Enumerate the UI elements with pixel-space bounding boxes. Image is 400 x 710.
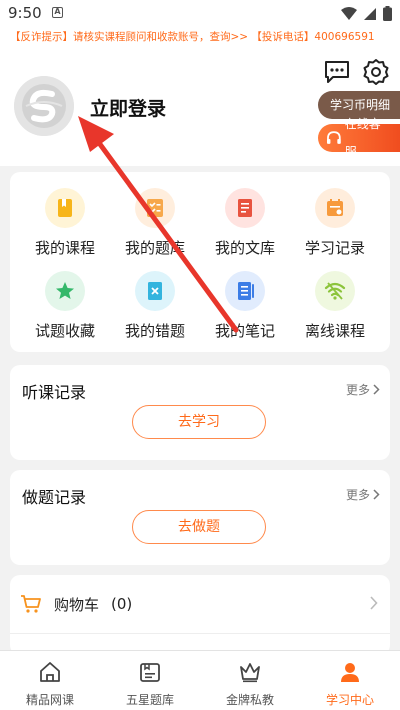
grid-item-my-mistakes[interactable]: 我的错题 [110,271,200,341]
listen-record-title: 听课记录 [22,383,87,402]
divider [10,633,390,634]
grid-item-study-record[interactable]: 学习记录 [290,188,380,258]
exercise-record-more-link[interactable]: 更多 [346,486,380,503]
calendar-icon [315,188,355,228]
system-icons [341,6,392,21]
feature-grid: 我的课程 我的题库 我的文库 学习记录 试题收藏 我的错题 我的笔记 离线课程 [10,172,390,352]
grid-label: 离线课程 [304,322,365,340]
profile-header: 立即登录 学习币明细 在线客服 [0,48,400,166]
headset-icon [326,131,341,144]
listen-record-more-link[interactable]: 更多 [346,381,380,398]
star-icon [45,271,85,311]
grid-label: 学习记录 [304,239,365,257]
more-label: 更多 [345,488,370,502]
message-icon [325,61,349,83]
go-practice-button[interactable]: 去做题 [132,510,266,544]
tab-label: 学习中心 [325,693,374,707]
login-link[interactable]: 立即登录 [90,94,166,121]
sim-icon: A [52,7,63,18]
tab-label: 五星题库 [125,693,174,707]
tab-private-tutor[interactable]: 金牌私教 [200,651,300,710]
wifi-signal-icon [341,6,357,20]
cart-card: 购物车 (0) [10,575,390,655]
bottom-tab-bar: 精品网课 五星题库 金牌私教 学习中心 [0,650,400,710]
cart-label: 购物车 [54,595,100,614]
document-icon [225,188,265,228]
online-service-label: 在线客服 [344,117,381,159]
anti-fraud-notice[interactable]: 【反诈提示】请核实课程顾问和收款账号，查询>> 【投诉电话】400696591 [0,26,400,48]
grid-label: 我的课程 [34,239,95,257]
grid-label: 我的题库 [124,239,185,257]
grid-label: 我的文库 [214,239,275,257]
grid-item-offline-courses[interactable]: 离线课程 [290,271,380,341]
tab-label: 精品网课 [25,693,74,707]
settings-button[interactable] [362,58,390,86]
exercise-record-card: 做题记录 更多 去做题 [10,470,390,565]
grid-label: 试题收藏 [34,322,95,340]
logo-icon [14,76,74,136]
cart-row[interactable]: 购物车 (0) [10,575,390,633]
message-button[interactable] [323,58,351,86]
grid-item-my-library[interactable]: 我的文库 [200,188,290,258]
listen-record-card: 听课记录 更多 去学习 [10,365,390,460]
crown-icon [240,663,260,683]
grid-item-my-courses[interactable]: 我的课程 [20,188,110,258]
cell-signal-icon [364,7,376,20]
cart-icon [21,595,41,613]
gear-icon [363,59,389,85]
home-icon [40,662,60,682]
user-icon [341,663,359,682]
avatar[interactable] [14,76,74,136]
chevron-right-icon [373,489,380,500]
online-service-button[interactable]: 在线客服 [318,117,400,159]
grid-item-my-question-bank[interactable]: 我的题库 [110,188,200,258]
grid-label: 我的笔记 [214,322,275,340]
exercise-record-title: 做题记录 [22,488,87,507]
book-icon [45,188,85,228]
cart-count: (0) [111,595,133,613]
wifi-icon [315,271,355,311]
tab-label: 金牌私教 [225,693,274,707]
question-bank-icon [140,663,160,682]
status-time: 9:50 [8,4,42,22]
tab-premium-courses[interactable]: 精品网课 [0,651,100,710]
grid-label: 我的错题 [124,322,185,340]
tab-learning-center[interactable]: 学习中心 [300,651,400,710]
error-note-icon [135,271,175,311]
tab-question-bank[interactable]: 五星题库 [100,651,200,710]
checklist-icon [135,188,175,228]
battery-icon [383,6,392,21]
notebook-icon [225,271,265,311]
chevron-right-icon [370,596,378,610]
chevron-right-icon [373,384,380,395]
go-study-button[interactable]: 去学习 [132,405,266,439]
grid-item-question-favorites[interactable]: 试题收藏 [20,271,110,341]
status-bar: 9:50 A [0,0,400,26]
grid-item-my-notes[interactable]: 我的笔记 [200,271,290,341]
more-label: 更多 [345,383,370,397]
